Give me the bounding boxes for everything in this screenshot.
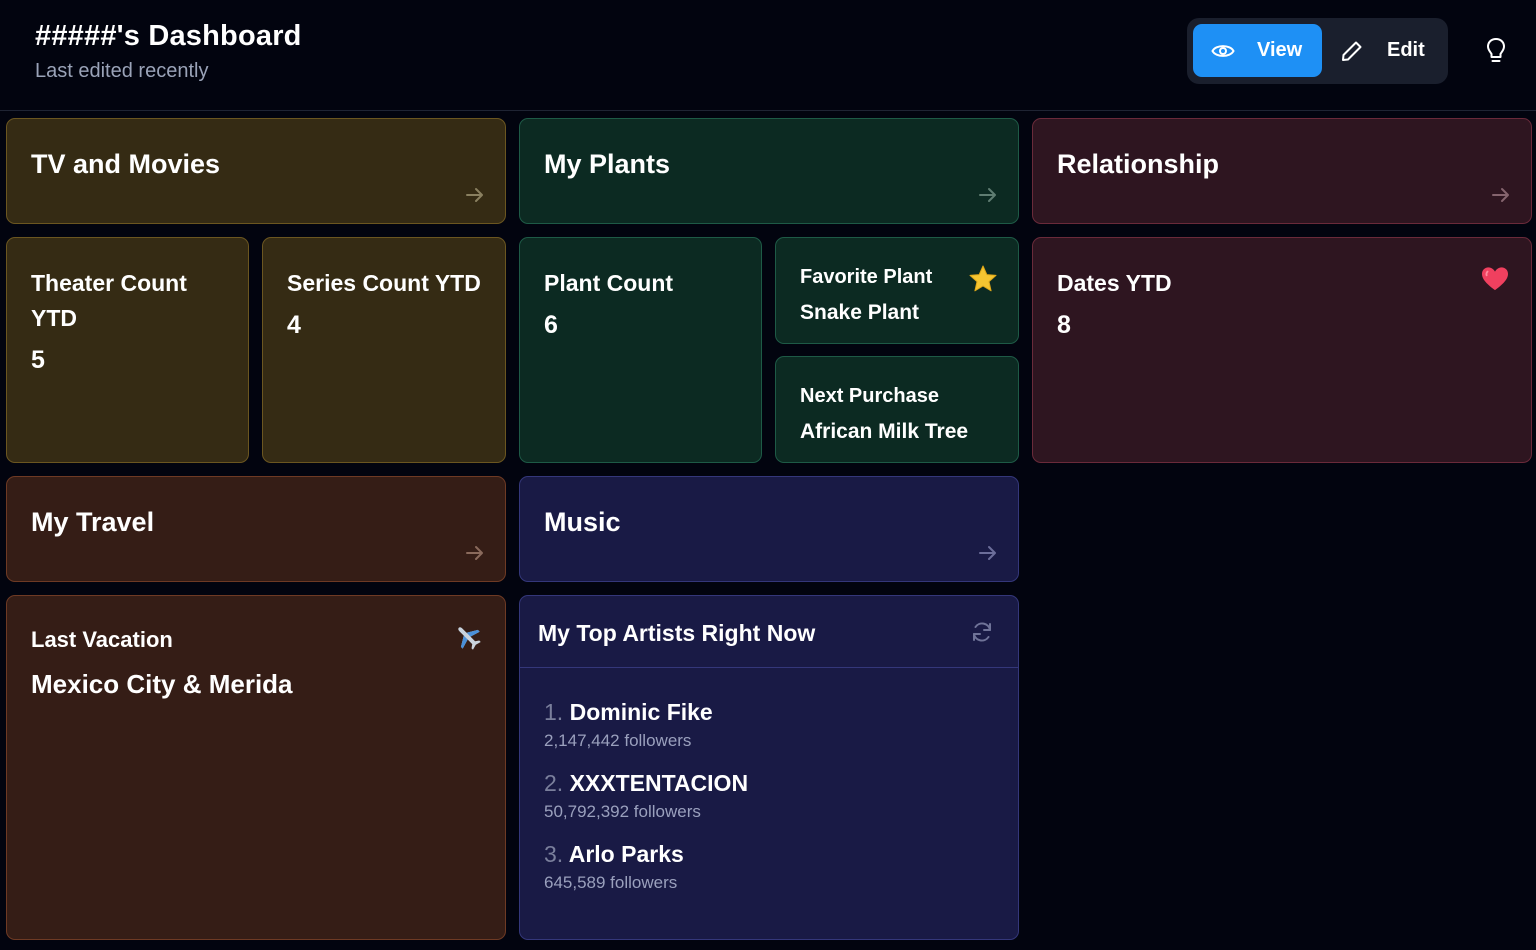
pencil-icon [1342, 41, 1362, 61]
music-title: Music [544, 507, 621, 537]
page-title: #####'s Dashboard [35, 20, 302, 52]
artist-name: Arlo Parks [568, 841, 684, 867]
arrow-right-icon [466, 188, 483, 202]
artist-rank: 1. [544, 699, 564, 725]
next-purchase-label: Next Purchase [800, 385, 939, 407]
view-label: View [1257, 39, 1303, 61]
plant-count-card: Plant Count 6 [519, 237, 762, 463]
my-plants-title: My Plants [544, 149, 671, 179]
eye-icon [1211, 44, 1235, 57]
edit-label: Edit [1387, 39, 1425, 61]
dashboard-header: #####'s Dashboard Last edited recently V… [0, 0, 1536, 111]
arrow-right-icon [1492, 188, 1509, 202]
last-vacation-label: Last Vacation [31, 627, 173, 652]
favorite-plant-card: Favorite Plant Snake Plant [775, 237, 1019, 344]
artist-rank: 3. [544, 841, 564, 867]
series-count-value: 4 [287, 311, 301, 339]
top-artists-card: My Top Artists Right Now 1. Dominic Fike… [519, 595, 1019, 940]
refresh-icon[interactable] [971, 621, 993, 643]
my-travel-title: My Travel [31, 507, 155, 537]
star-icon [969, 265, 997, 292]
list-item: 3. Arlo Parks 645,589 followers [544, 841, 684, 893]
tv-movies-card[interactable]: TV and Movies [6, 118, 506, 224]
next-purchase-value: African Milk Tree [800, 420, 969, 443]
artist-followers: 645,589 followers [544, 873, 678, 892]
relationship-card[interactable]: Relationship [1032, 118, 1532, 224]
tv-movies-title: TV and Movies [31, 149, 221, 179]
plant-count-value: 6 [544, 311, 558, 339]
list-item: 2. XXXTENTACION 50,792,392 followers [544, 770, 748, 822]
last-edited-text: Last edited recently [35, 60, 209, 82]
my-travel-card[interactable]: My Travel [6, 476, 506, 582]
music-card[interactable]: Music [519, 476, 1019, 582]
last-vacation-value: Mexico City & Merida [31, 669, 293, 699]
dates-ytd-card: Dates YTD 8 [1032, 237, 1532, 463]
favorite-plant-value: Snake Plant [800, 301, 920, 324]
last-vacation-card: Last Vacation Mexico City & Merida [6, 595, 506, 940]
arrow-right-icon [979, 546, 996, 560]
top-artists-header: My Top Artists Right Now [520, 596, 1018, 668]
my-plants-card[interactable]: My Plants [519, 118, 1019, 224]
artist-rank: 2. [544, 770, 564, 796]
series-count-card: Series Count YTD 4 [262, 237, 506, 463]
series-count-label: Series Count YTD [287, 270, 481, 296]
lightbulb-icon[interactable] [1483, 37, 1509, 65]
view-button[interactable]: View [1193, 24, 1322, 77]
favorite-plant-label: Favorite Plant [800, 266, 933, 288]
artist-name: XXXTENTACION [569, 770, 749, 796]
relationship-title: Relationship [1057, 149, 1220, 179]
theater-count-value: 5 [31, 346, 45, 374]
theater-count-card: Theater Count YTD 5 [6, 237, 249, 463]
artist-followers: 50,792,392 followers [544, 802, 701, 821]
artist-name: Dominic Fike [569, 699, 713, 725]
mode-toggle: View Edit [1187, 18, 1448, 84]
theater-count-label: Theater Count YTD [31, 270, 187, 331]
edit-button[interactable]: Edit [1327, 24, 1442, 77]
artist-followers: 2,147,442 followers [544, 731, 692, 750]
top-artists-title: My Top Artists Right Now [538, 620, 816, 646]
plant-count-label: Plant Count [544, 270, 674, 296]
heart-icon [1482, 267, 1508, 291]
next-purchase-card: Next Purchase African Milk Tree [775, 356, 1019, 463]
arrow-right-icon [979, 188, 996, 202]
list-item: 1. Dominic Fike 2,147,442 followers [544, 699, 713, 751]
dates-ytd-label: Dates YTD [1057, 270, 1172, 296]
dates-ytd-value: 8 [1057, 311, 1071, 339]
airplane-icon [458, 627, 481, 650]
arrow-right-icon [466, 546, 483, 560]
